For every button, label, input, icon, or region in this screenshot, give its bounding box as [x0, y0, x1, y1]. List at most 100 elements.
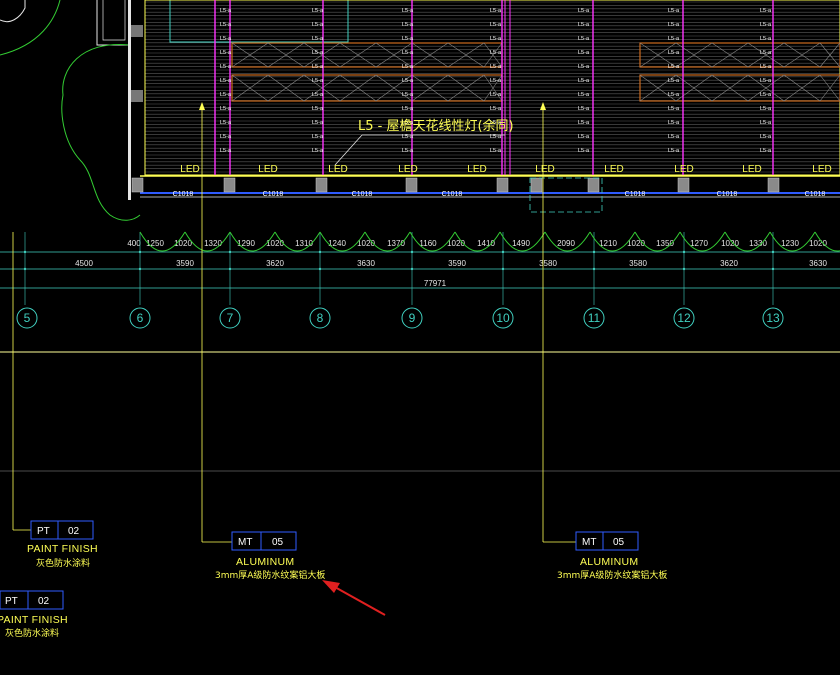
dim-node	[682, 267, 686, 271]
fixture-tag: L5-a	[578, 22, 590, 28]
tag-number: 02	[38, 596, 50, 607]
dim-node	[410, 250, 414, 254]
fixture-tag: L5-a	[668, 106, 680, 112]
mid-dimension: 3630	[809, 259, 827, 268]
fixture-tag: L5-a	[668, 134, 680, 140]
dim-node	[592, 267, 596, 271]
fixture-tag: L5-a	[668, 36, 680, 42]
fixture-tag: L5-a	[760, 64, 772, 70]
fixture-tag: L5-a	[402, 22, 414, 28]
led-label: LED	[742, 164, 761, 175]
dim-node	[318, 250, 322, 254]
fixture-tag: L5-a	[760, 120, 772, 126]
column-block	[131, 177, 144, 193]
dim-node	[410, 267, 414, 271]
led-label: LED	[812, 164, 831, 175]
top-dimension: 1490	[512, 239, 530, 248]
fixture-tag: L5-a	[220, 134, 232, 140]
fixture-tag: L5-a	[668, 120, 680, 126]
cad-drawing-canvas[interactable]: L5-a L5-a L5-a L5-a L5-a L5-a L5-a L5-a L5-a L5-a…	[0, 0, 840, 675]
led-label: LED	[180, 164, 199, 175]
fixture-tag: L5-a	[578, 8, 590, 14]
fixture-tag: L5-a	[668, 92, 680, 98]
axis-label: 10	[496, 311, 510, 325]
dim-node	[501, 267, 505, 271]
top-dimension: 1410	[477, 239, 495, 248]
beam-label: C1018	[442, 191, 463, 198]
axis-label: 8	[317, 311, 324, 325]
fixture-tag: L5-a	[402, 8, 414, 14]
top-dimension: 1290	[237, 239, 255, 248]
fixture-tag: L5-a	[490, 64, 502, 70]
beam-label: C1018	[625, 191, 646, 198]
tag-code: PT	[5, 596, 18, 607]
mid-dimension: 3620	[720, 259, 738, 268]
mid-dimension: 3590	[176, 259, 194, 268]
tag-number: 02	[68, 526, 80, 537]
fixture-tag: L5-a	[490, 92, 502, 98]
l5-callout-label: L5 - 屋檐天花线性灯(余同)	[358, 118, 514, 134]
column-block	[677, 177, 690, 193]
dim-node	[318, 267, 322, 271]
fixture-tag: L5-a	[312, 8, 324, 14]
top-dimension: 1310	[295, 239, 313, 248]
fixture-tag: L5-a	[578, 78, 590, 84]
fixture-tag: L5-a	[668, 148, 680, 154]
fixture-tag: L5-a	[312, 50, 324, 56]
axis-label: 13	[766, 311, 780, 325]
fixture-tag: L5-a	[312, 78, 324, 84]
tag-title: ALUMINUM	[236, 556, 294, 568]
fixture-tag: L5-a	[220, 106, 232, 112]
fixture-tag: L5-a	[760, 106, 772, 112]
beam-label: C1018	[173, 191, 194, 198]
axis-label: 9	[409, 311, 416, 325]
axis-label: 7	[227, 311, 234, 325]
tag-number: 05	[272, 537, 284, 548]
dim-node	[682, 250, 686, 254]
led-label: LED	[604, 164, 623, 175]
led-label: LED	[328, 164, 347, 175]
fixture-tag: L5-a	[760, 78, 772, 84]
fixture-tag: L5-a	[490, 22, 502, 28]
column-block	[530, 177, 543, 193]
tag-code: MT	[582, 537, 596, 548]
axis-label: 12	[677, 311, 691, 325]
fixture-tag: L5-a	[490, 36, 502, 42]
fixture-tag: L5-a	[578, 64, 590, 70]
tag-subtitle: 3mm厚A级防水纹案铝大板	[215, 569, 325, 581]
dim-node	[228, 250, 232, 254]
fixture-tag: L5-a	[490, 50, 502, 56]
top-dimension: 400	[127, 239, 141, 248]
fixture-tag: L5-a	[312, 22, 324, 28]
dim-node	[138, 267, 142, 271]
mid-dimension: 4500	[75, 259, 93, 268]
fixture-tag: L5-a	[402, 106, 414, 112]
fixture-tag: L5-a	[220, 148, 232, 154]
dim-node	[23, 267, 27, 271]
fixture-tag: L5-a	[760, 36, 772, 42]
axis-label: 5	[24, 311, 31, 325]
top-dimension: 2090	[557, 239, 575, 248]
fixture-tag: L5-a	[578, 148, 590, 154]
column-block	[223, 177, 236, 193]
mid-dimension: 3590	[448, 259, 466, 268]
beam-label: C1018	[717, 191, 738, 198]
top-dimension: 1230	[781, 239, 799, 248]
mid-dimension: 3580	[629, 259, 647, 268]
fixture-tag: L5-a	[220, 78, 232, 84]
dim-node	[501, 250, 505, 254]
fixture-tag: L5-a	[578, 50, 590, 56]
tag-title: PAINT FINISH	[0, 614, 68, 626]
fixture-tag: L5-a	[668, 50, 680, 56]
fixture-tag: L5-a	[402, 78, 414, 84]
fixture-tag: L5-a	[220, 8, 232, 14]
top-dimension: 1370	[387, 239, 405, 248]
fixture-tag: L5-a	[490, 78, 502, 84]
fixture-tag: L5-a	[760, 50, 772, 56]
tag-number: 05	[613, 537, 625, 548]
dim-node	[23, 250, 27, 254]
tag-subtitle: 3mm厚A级防水纹案铝大板	[557, 569, 667, 581]
dim-node	[228, 267, 232, 271]
fixture-tag: L5-a	[578, 120, 590, 126]
fixture-tag: L5-a	[220, 64, 232, 70]
